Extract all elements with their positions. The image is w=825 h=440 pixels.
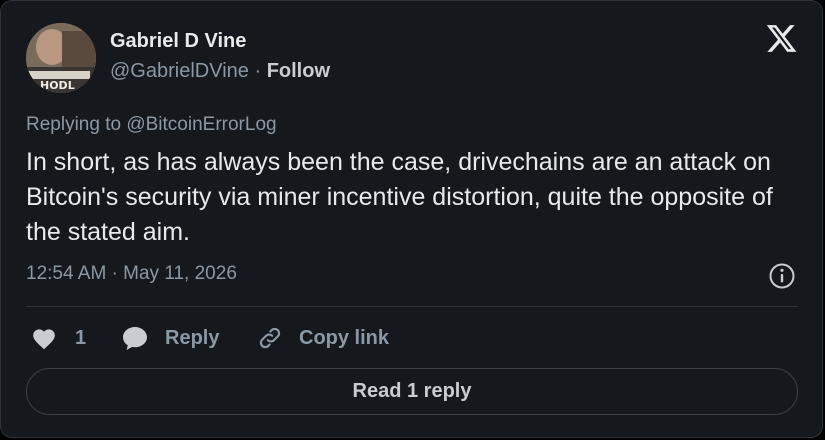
like-button[interactable]: 1 bbox=[31, 323, 86, 353]
copy-link-button[interactable]: Copy link bbox=[257, 323, 389, 353]
tweet-text: In short, as has always been the case, d… bbox=[26, 148, 773, 246]
copy-link-label: Copy link bbox=[299, 326, 390, 349]
read-replies-button[interactable]: Read 1 reply bbox=[26, 368, 798, 415]
info-icon[interactable] bbox=[768, 262, 796, 290]
author-handle[interactable]: @GabrielDVine bbox=[110, 60, 249, 82]
heart-icon bbox=[31, 326, 57, 350]
reply-button[interactable]: Reply bbox=[121, 323, 219, 353]
reply-label: Reply bbox=[165, 326, 220, 349]
like-count: 1 bbox=[75, 326, 87, 349]
speech-bubble-icon bbox=[121, 325, 149, 351]
avatar[interactable]: HODL bbox=[26, 23, 96, 93]
svg-text:HODL: HODL bbox=[40, 79, 75, 92]
replying-to[interactable]: Replying to @BitcoinErrorLog bbox=[26, 114, 277, 136]
tweet-card: HODL Gabriel D Vine @GabrielDVine · Foll… bbox=[0, 0, 823, 438]
avatar-image: HODL bbox=[26, 23, 96, 93]
follow-button[interactable]: Follow bbox=[267, 60, 330, 82]
separator-dot: · bbox=[254, 60, 262, 82]
divider bbox=[26, 306, 798, 307]
link-icon bbox=[257, 325, 283, 351]
author-meta: @GabrielDVine · Follow bbox=[110, 59, 330, 83]
author-name[interactable]: Gabriel D Vine bbox=[110, 30, 246, 52]
x-logo-icon[interactable] bbox=[765, 22, 798, 55]
timestamp[interactable]: 12:54 AM · May 11, 2026 bbox=[26, 263, 237, 285]
